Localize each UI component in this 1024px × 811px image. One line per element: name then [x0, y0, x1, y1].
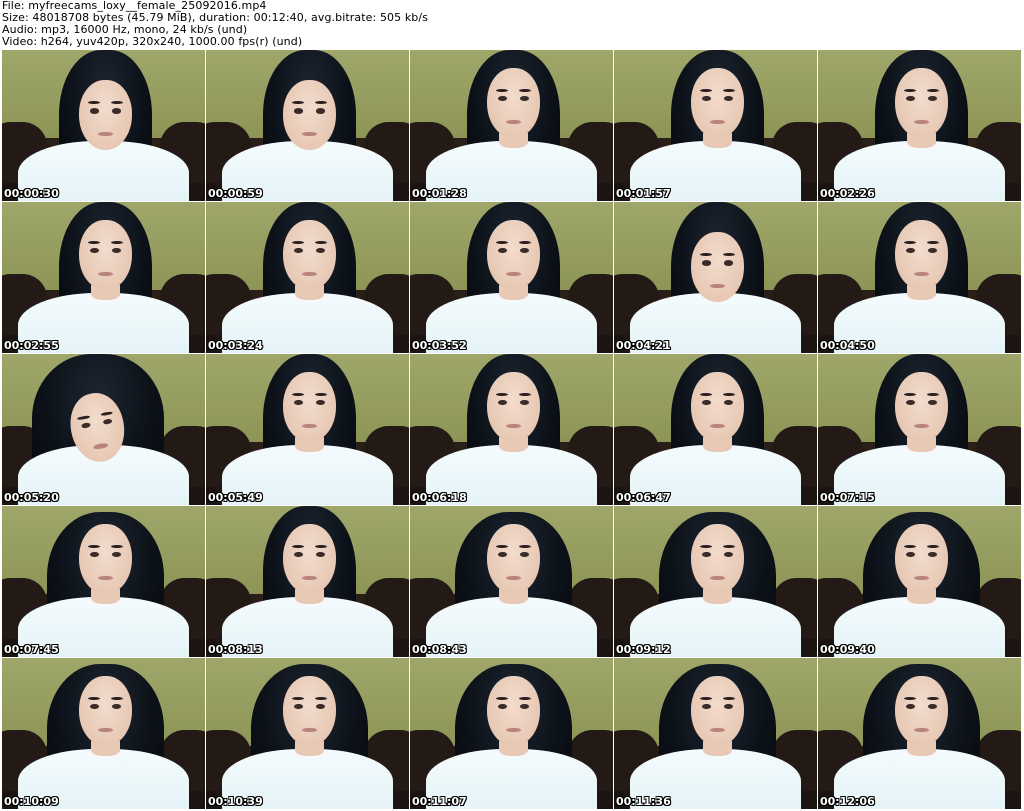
thumbnail-timestamp: 00:11:07 — [412, 795, 467, 808]
thumbnail-timestamp: 00:11:36 — [616, 795, 671, 808]
video-thumbnail: 00:00:30 — [2, 50, 206, 202]
thumbnail-timestamp: 00:02:26 — [820, 187, 875, 200]
thumbnail-timestamp: 00:02:55 — [4, 339, 59, 352]
thumbnail-timestamp: 00:07:15 — [820, 491, 875, 504]
video-thumbnail: 00:01:28 — [410, 50, 614, 202]
video-thumbnail: 00:02:55 — [2, 202, 206, 354]
video-thumbnail: 00:12:06 — [818, 658, 1022, 810]
video-thumbnail: 00:06:18 — [410, 354, 614, 506]
video-info-line: Video: h264, yuv420p, 320x240, 1000.00 f… — [2, 35, 303, 48]
video-thumbnail: 00:09:40 — [818, 506, 1022, 658]
video-thumbnail: 00:04:21 — [614, 202, 818, 354]
thumbnail-timestamp: 00:00:30 — [4, 187, 59, 200]
thumbnail-timestamp: 00:06:47 — [616, 491, 671, 504]
thumbnail-timestamp: 00:10:09 — [4, 795, 59, 808]
thumbnail-timestamp: 00:01:28 — [412, 187, 467, 200]
thumbnail-timestamp: 00:05:20 — [4, 491, 59, 504]
thumbnail-timestamp: 00:09:12 — [616, 643, 671, 656]
video-thumbnail: 00:09:12 — [614, 506, 818, 658]
file-info-header: File: myfreecams_loxy__female_25092016.m… — [2, 0, 1022, 48]
thumbnail-timestamp: 00:00:59 — [208, 187, 263, 200]
video-thumbnail: 00:04:50 — [818, 202, 1022, 354]
thumbnail-timestamp: 00:03:52 — [412, 339, 467, 352]
video-thumbnail: 00:10:39 — [206, 658, 410, 810]
thumbnail-timestamp: 00:04:50 — [820, 339, 875, 352]
video-thumbnail: 00:08:43 — [410, 506, 614, 658]
video-thumbnail: 00:07:15 — [818, 354, 1022, 506]
video-thumbnail: 00:03:52 — [410, 202, 614, 354]
video-thumbnail: 00:10:09 — [2, 658, 206, 810]
thumbnail-timestamp: 00:05:49 — [208, 491, 263, 504]
video-thumbnail: 00:05:20 — [2, 354, 206, 506]
video-thumbnail: 00:03:24 — [206, 202, 410, 354]
thumbnail-timestamp: 00:12:06 — [820, 795, 875, 808]
thumbnail-timestamp: 00:08:43 — [412, 643, 467, 656]
video-thumbnail: 00:01:57 — [614, 50, 818, 202]
video-thumbnail: 00:08:13 — [206, 506, 410, 658]
video-thumbnail: 00:05:49 — [206, 354, 410, 506]
thumbnail-timestamp: 00:03:24 — [208, 339, 263, 352]
thumbnail-timestamp: 00:09:40 — [820, 643, 875, 656]
video-thumbnail: 00:11:36 — [614, 658, 818, 810]
video-thumbnail: 00:06:47 — [614, 354, 818, 506]
thumbnail-timestamp: 00:06:18 — [412, 491, 467, 504]
thumbnail-timestamp: 00:10:39 — [208, 795, 263, 808]
video-thumbnail: 00:11:07 — [410, 658, 614, 810]
thumbnail-timestamp: 00:07:45 — [4, 643, 59, 656]
thumbnail-timestamp: 00:08:13 — [208, 643, 263, 656]
thumbnail-grid: 00:00:30 00:00:59 00:01:28 00:01:57 00:02:26… — [2, 50, 1022, 810]
video-thumbnail: 00:00:59 — [206, 50, 410, 202]
video-thumbnail: 00:07:45 — [2, 506, 206, 658]
thumbnail-timestamp: 00:04:21 — [616, 339, 671, 352]
video-thumbnail: 00:02:26 — [818, 50, 1022, 202]
thumbnail-timestamp: 00:01:57 — [616, 187, 671, 200]
